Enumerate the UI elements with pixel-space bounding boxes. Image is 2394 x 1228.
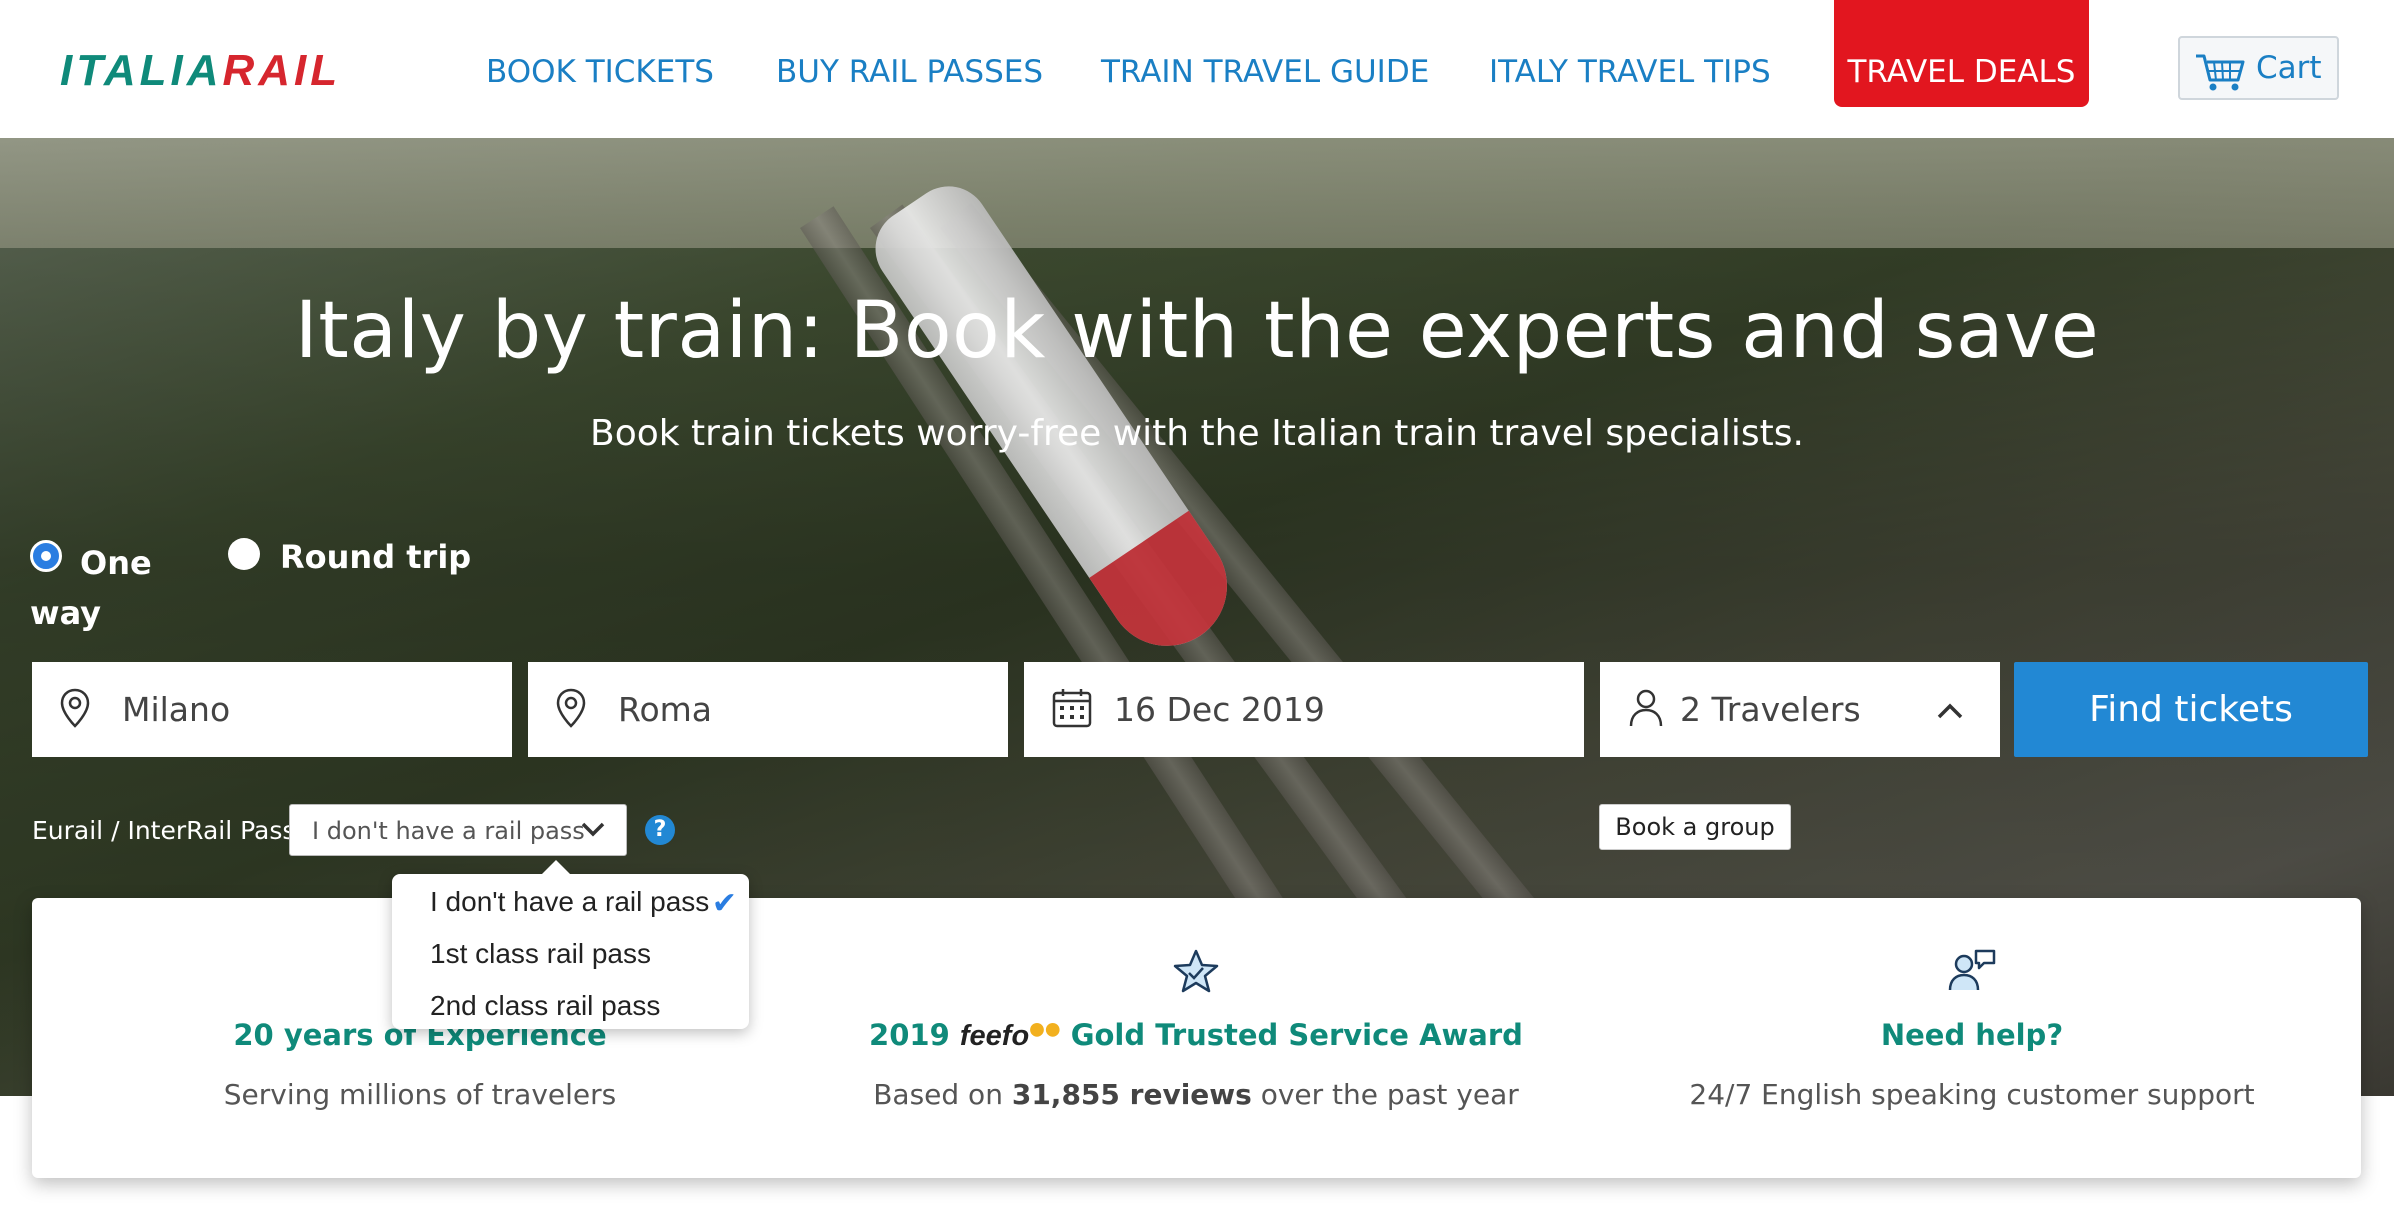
rail-pass-selected-value: I don't have a rail pass	[312, 817, 585, 845]
award-title: 2019 feefo●● Gold Trusted Service Award	[808, 1018, 1584, 1053]
date-field[interactable]: 16 Dec 2019	[1024, 662, 1584, 757]
round-trip-radio[interactable]	[228, 538, 260, 570]
hero-title: Italy by train: Book with the experts an…	[294, 286, 2100, 376]
checkmark-icon: ✔	[711, 887, 737, 920]
logo-italia: ITALIA	[60, 46, 223, 95]
award-name: Gold Trusted Service Award	[1070, 1018, 1523, 1052]
hero-subtitle: Book train tickets worry-free with the I…	[590, 413, 1804, 454]
dropdown-option-second-class[interactable]: 2nd class rail pass	[430, 990, 660, 1022]
travelers-field[interactable]: 2 Travelers	[1600, 662, 2000, 757]
nav-train-travel-guide[interactable]: TRAIN TRAVEL GUIDE	[1101, 54, 1429, 90]
award-year: 2019	[869, 1018, 950, 1052]
reviews-count[interactable]: 31,855 reviews	[1012, 1078, 1252, 1111]
find-tickets-button[interactable]: Find tickets	[2014, 662, 2368, 757]
italiarail-logo[interactable]: ITALIARAIL	[60, 46, 341, 96]
star-icon	[1173, 949, 1219, 993]
cart-icon	[2196, 54, 2245, 91]
experience-desc: Serving millions of travelers	[223, 1078, 617, 1111]
support-column: Need help? 24/7 English speaking custome…	[1584, 898, 2360, 1178]
to-value: Roma	[618, 690, 713, 729]
site-header: ITALIARAIL BOOK TICKETS BUY RAIL PASSES …	[0, 0, 2394, 138]
from-value: Milano	[122, 690, 231, 729]
award-column: 2019 feefo●● Gold Trusted Service Award …	[808, 898, 1584, 1178]
round-trip-label: Round trip	[280, 538, 472, 576]
award-desc: Based on 31,855 reviews over the past ye…	[808, 1078, 1584, 1111]
travelers-value: 2 Travelers	[1680, 690, 1861, 729]
book-group-button[interactable]: Book a group	[1599, 804, 1791, 850]
award-desc-post: over the past year	[1251, 1078, 1519, 1111]
chevron-down-icon	[581, 822, 605, 837]
nav-book-tickets[interactable]: BOOK TICKETS	[486, 54, 714, 90]
support-title: Need help?	[1880, 1018, 2064, 1052]
to-field[interactable]: Roma	[528, 662, 1008, 757]
hero-sky	[0, 138, 2394, 248]
help-icon[interactable]: ?	[645, 815, 675, 845]
feefo-logo: feefo	[959, 1020, 1030, 1052]
rail-pass-dropdown: I don't have a rail pass ✔ 1st class rai…	[392, 860, 749, 1029]
rail-pass-label: Eurail / InterRail Pass	[32, 816, 296, 845]
date-value: 16 Dec 2019	[1114, 690, 1325, 729]
dropdown-option-no-pass[interactable]: I don't have a rail pass	[430, 886, 730, 918]
calendar-icon	[1052, 689, 1092, 728]
chevron-up-icon[interactable]	[1936, 702, 1964, 720]
trip-type-one-way[interactable]: One way	[30, 538, 170, 632]
rail-pass-select[interactable]: I don't have a rail pass	[289, 804, 627, 856]
trip-type-round-trip[interactable]: Round trip	[228, 538, 488, 588]
nav-buy-rail-passes[interactable]: BUY RAIL PASSES	[776, 54, 1043, 90]
support-person-icon	[1948, 949, 1996, 991]
person-icon	[1629, 689, 1663, 727]
travel-deals-button[interactable]: TRAVEL DEALS	[1834, 0, 2089, 107]
option-label: I don't have a rail pass	[430, 886, 710, 917]
cart-label: Cart	[2256, 50, 2322, 86]
from-field[interactable]: Milano	[32, 662, 512, 757]
support-desc: 24/7 English speaking customer support	[1689, 1078, 2255, 1111]
feefo-dots-icon: ●●	[1029, 1018, 1061, 1040]
dropdown-option-first-class[interactable]: 1st class rail pass	[430, 938, 651, 970]
one-way-label: One way	[30, 544, 152, 632]
award-desc-pre: Based on	[873, 1078, 1012, 1111]
location-pin-icon	[60, 688, 90, 728]
logo-rail: RAIL	[222, 46, 342, 95]
location-pin-icon	[556, 688, 586, 728]
trust-info-panel: 20 years of Experience Serving millions …	[32, 898, 2361, 1178]
cart-button[interactable]: Cart	[2178, 36, 2339, 100]
nav-italy-travel-tips[interactable]: ITALY TRAVEL TIPS	[1489, 54, 1771, 90]
